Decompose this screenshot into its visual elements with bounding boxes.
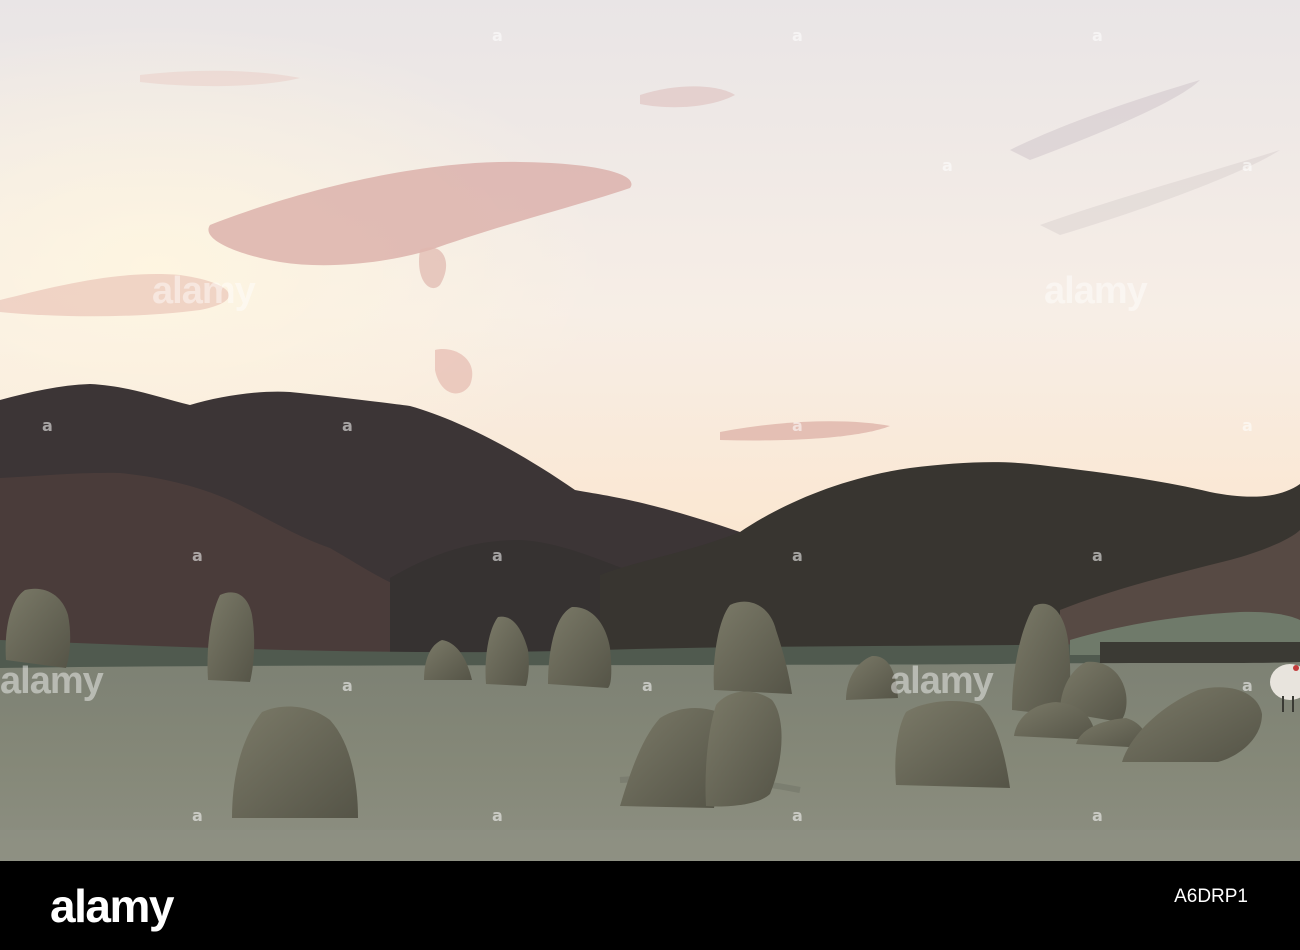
- landscape-photo: [0, 0, 1300, 861]
- watermark-glyph: a: [1242, 156, 1253, 175]
- watermark-glyph: a: [1092, 546, 1103, 565]
- watermark-brand: alamy: [152, 270, 256, 312]
- footer-bar: alamy A6DRP1: [0, 861, 1300, 950]
- watermark-glyph: a: [1092, 806, 1103, 825]
- wall: [1100, 642, 1300, 664]
- watermark-glyph: a: [792, 416, 803, 435]
- watermark-glyph: a: [492, 806, 503, 825]
- watermark-glyph: a: [792, 546, 803, 565]
- watermark-glyph: a: [492, 26, 503, 45]
- watermark-glyph: a: [642, 676, 653, 695]
- watermark-glyph: a: [192, 806, 203, 825]
- watermark-glyph: a: [192, 546, 203, 565]
- watermark-glyph: a: [342, 416, 353, 435]
- watermark-glyph: a: [492, 546, 503, 565]
- watermark-brand: alamy: [1044, 270, 1148, 312]
- watermark-brand: alamy: [890, 660, 994, 702]
- watermark-glyph: a: [1242, 416, 1253, 435]
- watermark-glyph: a: [942, 156, 953, 175]
- watermark-glyph: a: [42, 416, 53, 435]
- watermark-glyph: a: [1092, 26, 1103, 45]
- brand-logo: alamy: [50, 880, 174, 932]
- watermark-brand: alamy: [0, 660, 104, 702]
- photo: a a a a a a a a a a a a a a a a a a a a …: [0, 0, 1300, 861]
- stone: [705, 691, 782, 807]
- watermark-glyph: a: [342, 676, 353, 695]
- watermark-glyph: a: [792, 26, 803, 45]
- watermark-glyph: a: [792, 806, 803, 825]
- watermark-glyph: a: [1242, 676, 1253, 695]
- image-id: A6DRP1: [1174, 886, 1248, 907]
